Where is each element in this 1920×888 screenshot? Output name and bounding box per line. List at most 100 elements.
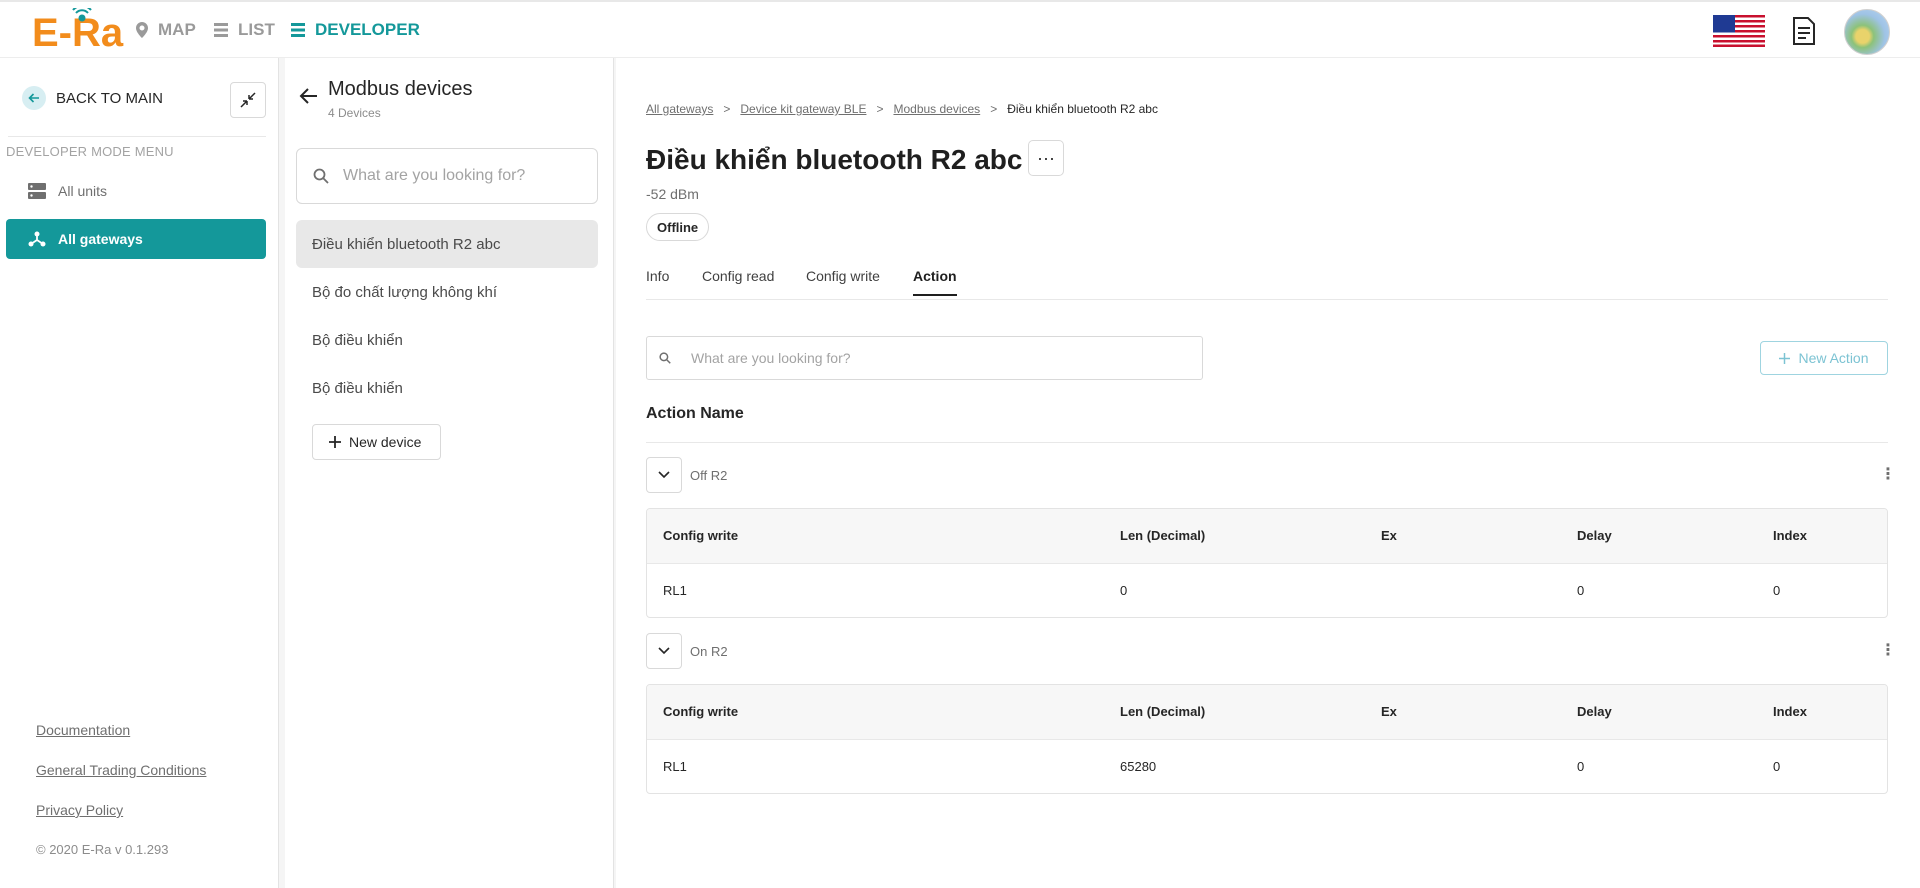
collapse-icon bbox=[240, 92, 256, 108]
expand-action-button[interactable] bbox=[646, 633, 682, 669]
search-icon bbox=[659, 352, 671, 364]
avatar[interactable] bbox=[1844, 9, 1890, 55]
column-header: Delay bbox=[1577, 704, 1612, 719]
device-count: 4 Devices bbox=[328, 106, 381, 120]
action-search-placeholder: What are you looking for? bbox=[691, 350, 851, 366]
device-list-panel: Modbus devices 4 Devices What are you lo… bbox=[285, 58, 614, 888]
tab-action[interactable]: Action bbox=[913, 268, 957, 296]
privacy-policy-link[interactable]: Privacy Policy bbox=[36, 802, 123, 818]
trading-conditions-link[interactable]: General Trading Conditions bbox=[36, 762, 206, 778]
action-search-input[interactable]: What are you looking for? bbox=[646, 336, 1203, 380]
chevron-down-icon bbox=[658, 471, 670, 479]
copyright-text: © 2020 E-Ra v 0.1.293 bbox=[36, 842, 169, 857]
cell-len: 65280 bbox=[1120, 759, 1157, 774]
breadcrumb-modbus-devices[interactable]: Modbus devices bbox=[893, 102, 980, 116]
breadcrumb-all-gateways[interactable]: All gateways bbox=[646, 102, 713, 116]
column-header: Index bbox=[1773, 704, 1807, 719]
action-name-header: Action Name bbox=[646, 405, 744, 422]
column-header: Ex bbox=[1381, 704, 1397, 719]
sidebar-item-label: All units bbox=[58, 183, 108, 199]
breadcrumb-separator: > bbox=[876, 102, 884, 116]
back-arrow-icon[interactable] bbox=[299, 86, 319, 106]
device-list-item[interactable]: Điều khiển bluetooth R2 abc bbox=[296, 220, 598, 268]
nav-list-label: LIST bbox=[238, 20, 275, 39]
tab-config-write[interactable]: Config write bbox=[806, 268, 880, 294]
collapse-sidebar-button[interactable] bbox=[230, 82, 266, 118]
search-icon bbox=[313, 168, 329, 184]
back-arrow-icon bbox=[22, 86, 46, 110]
documentation-link[interactable]: Documentation bbox=[36, 722, 130, 738]
column-header: Ex bbox=[1381, 528, 1397, 543]
device-list-item[interactable]: Bộ điều khiển bbox=[296, 316, 598, 364]
column-header: Index bbox=[1773, 528, 1807, 543]
tab-info[interactable]: Info bbox=[646, 268, 669, 294]
top-bar: E-Ra MAP LIST DEVELOPER bbox=[0, 0, 1920, 58]
action-name: Off R2 bbox=[690, 468, 728, 483]
map-pin-icon bbox=[136, 22, 148, 38]
action-table-header: Config write Len (Decimal) Ex Delay Inde… bbox=[647, 509, 1887, 564]
new-action-label: New Action bbox=[1798, 350, 1869, 366]
svg-text:E-Ra: E-Ra bbox=[32, 11, 124, 54]
breadcrumb-separator: > bbox=[990, 102, 998, 116]
cell-index: 0 bbox=[1773, 759, 1781, 774]
device-list-item[interactable]: Bộ đo chất lượng không khí bbox=[296, 268, 598, 316]
cell-delay: 0 bbox=[1577, 759, 1585, 774]
us-flag-icon[interactable] bbox=[1713, 15, 1765, 47]
device-detail: All gateways > Device kit gateway BLE > … bbox=[616, 58, 1920, 888]
nav-map[interactable]: MAP bbox=[136, 20, 196, 40]
back-to-main-button[interactable]: BACK TO MAIN bbox=[22, 86, 163, 110]
more-options-button[interactable]: ··· bbox=[1028, 140, 1064, 176]
column-header: Delay bbox=[1577, 528, 1612, 543]
device-search-placeholder: What are you looking for? bbox=[343, 167, 526, 184]
developer-menu-header: DEVELOPER MODE MENU bbox=[6, 144, 174, 159]
signal-strength: -52 dBm bbox=[646, 186, 699, 202]
action-table-header: Config write Len (Decimal) Ex Delay Inde… bbox=[647, 685, 1887, 740]
device-search-input[interactable]: What are you looking for? bbox=[296, 148, 598, 204]
document-icon[interactable] bbox=[1792, 17, 1816, 45]
plus-icon bbox=[1779, 352, 1791, 364]
expand-action-button[interactable] bbox=[646, 457, 682, 493]
sidebar-item-all-gateways[interactable]: All gateways bbox=[6, 219, 266, 259]
new-action-button[interactable]: New Action bbox=[1760, 341, 1888, 375]
breadcrumb-gateway[interactable]: Device kit gateway BLE bbox=[740, 102, 866, 116]
sidebar-item-all-units[interactable]: All units bbox=[6, 171, 266, 211]
sidebar-divider bbox=[8, 136, 266, 137]
cell-delay: 0 bbox=[1577, 583, 1585, 598]
page-title: Điều khiển bluetooth R2 abc bbox=[646, 144, 1023, 175]
action-header-divider bbox=[646, 442, 1888, 443]
action-menu-icon[interactable]: ⋮ bbox=[1880, 640, 1896, 660]
plus-icon bbox=[329, 436, 341, 448]
developer-icon bbox=[291, 23, 305, 37]
breadcrumb-current: Điều khiển bluetooth R2 abc bbox=[1007, 102, 1158, 116]
tab-config-read[interactable]: Config read bbox=[702, 268, 774, 294]
cell-config-write: RL1 bbox=[663, 759, 687, 774]
device-list-item[interactable]: Bộ điều khiển bbox=[296, 364, 598, 412]
action-menu-icon[interactable]: ⋮ bbox=[1880, 464, 1896, 484]
nav-list[interactable]: LIST bbox=[214, 20, 275, 40]
column-header: Config write bbox=[663, 704, 739, 719]
action-name: On R2 bbox=[690, 644, 728, 659]
back-to-main-label: BACK TO MAIN bbox=[56, 89, 163, 107]
sidebar-item-label: All gateways bbox=[58, 231, 143, 247]
detail-tabs: Info Config read Config write Action bbox=[646, 268, 1888, 300]
column-header: Len (Decimal) bbox=[1120, 528, 1206, 543]
nav-developer[interactable]: DEVELOPER bbox=[291, 20, 420, 40]
breadcrumb: All gateways > Device kit gateway BLE > … bbox=[646, 102, 1158, 116]
cell-len: 0 bbox=[1120, 583, 1128, 598]
developer-sidebar: BACK TO MAIN DEVELOPER MODE MENU All uni… bbox=[0, 58, 279, 888]
nav-map-label: MAP bbox=[158, 20, 196, 39]
device-panel-title: Modbus devices bbox=[328, 78, 473, 100]
new-device-label: New device bbox=[349, 434, 422, 450]
gateways-icon bbox=[28, 231, 46, 247]
action-table: Config write Len (Decimal) Ex Delay Inde… bbox=[646, 508, 1888, 618]
breadcrumb-separator: > bbox=[723, 102, 731, 116]
status-badge: Offline bbox=[646, 213, 710, 241]
list-icon bbox=[214, 23, 228, 37]
nav-developer-label: DEVELOPER bbox=[315, 20, 420, 39]
units-icon bbox=[28, 183, 46, 199]
new-device-button[interactable]: New device bbox=[312, 424, 441, 460]
column-header: Config write bbox=[663, 528, 739, 543]
chevron-down-icon bbox=[658, 647, 670, 655]
cell-config-write: RL1 bbox=[663, 583, 687, 598]
column-header: Len (Decimal) bbox=[1120, 704, 1206, 719]
